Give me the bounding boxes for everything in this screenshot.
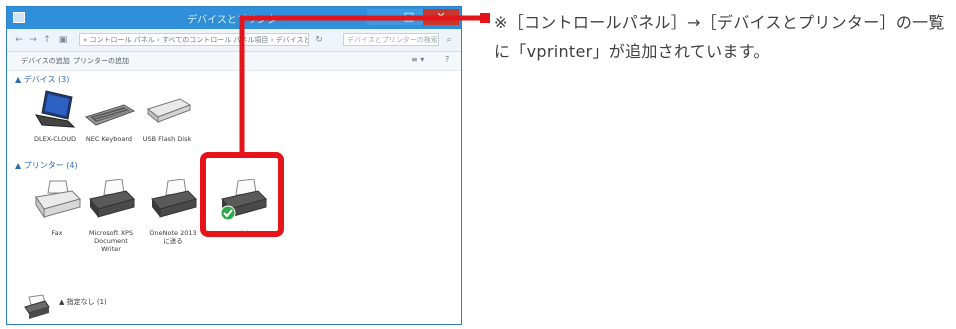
breadcrumb[interactable]: « コントロール パネル › すべてのコントロール パネル項目 › デバイスとプ… <box>79 33 309 46</box>
callout-endpoint <box>480 13 490 23</box>
help-icon[interactable]: ? <box>445 55 449 64</box>
minimize-button[interactable]: – <box>367 9 395 25</box>
view-options-icon[interactable]: ≡ ▾ <box>411 55 424 64</box>
printer-icon <box>151 178 197 218</box>
maximize-button[interactable]: □ <box>395 9 423 25</box>
callout-text: ※［コントロールパネル］→［デバイスとプリンター］の一覧に「vprinter」が… <box>494 13 945 61</box>
title-bar[interactable]: デバイスとプリンター – □ ✕ <box>7 7 461 29</box>
printer-item-onenote[interactable]: OneNote 2013 に送る <box>137 178 209 245</box>
window-icon <box>13 12 25 23</box>
device-label: USB Flash Disk <box>142 135 192 143</box>
window-title: デバイスとプリンター <box>187 15 287 26</box>
unspecified-device-item[interactable] <box>17 293 57 323</box>
laptop-icon <box>34 90 76 128</box>
close-button[interactable]: ✕ <box>423 9 459 25</box>
add-device-button[interactable]: デバイスの追加 <box>21 56 70 66</box>
refresh-icon[interactable]: ↻ <box>313 34 325 46</box>
search-input[interactable]: デバイスとプリンターの検索 <box>343 33 439 46</box>
keyboard-icon <box>84 104 136 126</box>
add-printer-button[interactable]: プリンターの追加 <box>73 56 129 66</box>
printer-label: OneNote 2013 に送る <box>149 229 197 245</box>
unspecified-group-header[interactable]: ▲ 指定なし (1) <box>59 297 107 307</box>
vprinter-highlight-box <box>200 152 284 237</box>
control-panel-icon: ▣ <box>58 35 68 45</box>
printer-icon <box>89 178 135 218</box>
printers-group-header[interactable]: ▲ プリンター (4) <box>15 160 78 171</box>
unspecified-device-icon <box>24 294 50 319</box>
devices-group-header[interactable]: ▲ デバイス (3) <box>15 74 69 85</box>
back-icon[interactable]: ← <box>13 34 25 46</box>
minimize-icon: – <box>378 10 384 23</box>
forward-icon[interactable]: → <box>27 34 39 46</box>
command-bar: デバイスの追加 プリンターの追加 ≡ ▾ ? <box>7 52 461 71</box>
close-icon: ✕ <box>436 10 446 23</box>
up-icon[interactable]: ↑ <box>41 34 53 46</box>
address-bar: ← → ↑ ▣ « コントロール パネル › すべてのコントロール パネル項目 … <box>7 29 461 52</box>
usb-drive-icon <box>146 98 192 124</box>
search-icon[interactable]: ⌕ <box>443 34 455 46</box>
maximize-icon: □ <box>403 10 415 23</box>
device-item-usb-drive[interactable]: USB Flash Disk <box>131 89 203 143</box>
